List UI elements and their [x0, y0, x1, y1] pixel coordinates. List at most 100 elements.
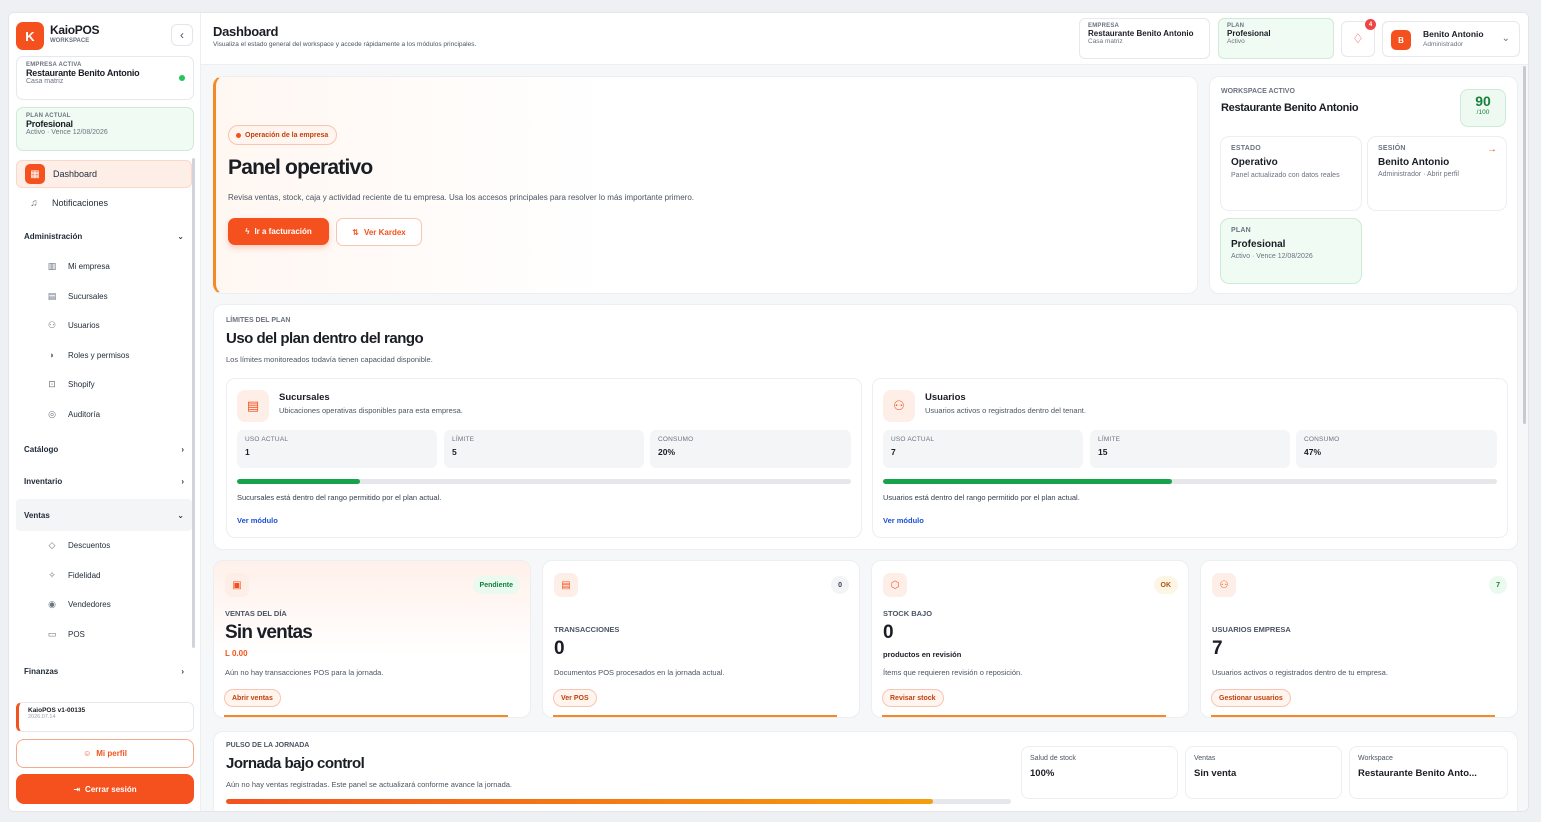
view-module-link[interactable]: Ver módulo — [237, 516, 278, 525]
plan-card[interactable]: PLAN ACTUAL Profesional Activo · Vence 1… — [16, 107, 194, 151]
kpi-value: 0 — [554, 638, 565, 659]
chevron-down-icon: ⌄ — [177, 231, 184, 241]
limit-note: Usuarios está dentro del rango permitido… — [883, 493, 1080, 502]
section-label: Ventas — [24, 510, 50, 520]
sidebar-item-pos[interactable]: ▭ POS — [16, 620, 192, 650]
plan-pill-sub: Activo — [1227, 38, 1245, 45]
sidebar-item-shopify[interactable]: ⊡ Shopify — [16, 370, 192, 400]
consumption-stat: CONSUMO 47% — [1296, 430, 1497, 468]
main-content: Dashboard Visualiza el estado general de… — [201, 13, 1528, 811]
sidebar-item-fidelidad[interactable]: ✧ Fidelidad — [16, 561, 192, 591]
limit-title: Usuarios — [925, 392, 966, 403]
kpi-value: Sin ventas — [225, 622, 313, 643]
hero-panel: Operación de la empresa Panel operativo … — [213, 76, 1198, 294]
users-icon: ⚇ — [1212, 573, 1236, 597]
score-max: /100 — [1476, 109, 1490, 116]
kpi-sales-card: ▣ Pendiente VENTAS DEL DÍA Sin ventas L … — [213, 560, 531, 718]
sidebar-item-auditoria[interactable]: ◎ Auditoría — [16, 400, 192, 430]
go-billing-label: Ir a facturación — [254, 227, 312, 236]
sidebar-section-sales[interactable]: Ventas ⌄ — [16, 499, 192, 531]
lightning-icon: ϟ — [245, 227, 250, 236]
notification-count-badge: 4 — [1365, 19, 1376, 30]
usage-stat: USO ACTUAL 7 — [883, 430, 1083, 468]
company-pill[interactable]: EMPRESA Restaurante Benito Antonio Casa … — [1079, 18, 1210, 59]
version-card: KaioPOS v1-00135 2026.07.14 — [16, 702, 194, 732]
stat-label: LÍMITE — [1098, 436, 1121, 443]
stat-value: 15 — [1098, 447, 1108, 457]
active-company-card[interactable]: EMPRESA ACTIVA Restaurante Benito Antoni… — [16, 56, 194, 100]
store-icon: ▤ — [47, 290, 57, 301]
stat-label: CONSUMO — [658, 436, 694, 443]
view-module-link[interactable]: Ver módulo — [883, 516, 924, 525]
estado-value: Operativo — [1231, 157, 1278, 168]
sidebar-item-mi-empresa[interactable]: ▥ Mi empresa — [16, 252, 192, 282]
view-pos-button[interactable]: Ver POS — [553, 689, 597, 707]
grid-icon: ▦ — [25, 164, 45, 184]
sidebar-section-finance[interactable]: Finanzas › — [16, 655, 192, 687]
stat-value: 1 — [245, 447, 250, 457]
pulse-title: Jornada bajo control — [226, 755, 365, 772]
kpi-value: 0 — [883, 622, 894, 643]
kpi-desc: Documentos POS procesados en la jornada … — [554, 668, 725, 677]
pulse-stat-value: 100% — [1030, 768, 1055, 779]
sesion-value: Benito Antonio — [1378, 157, 1450, 168]
sidebar-item-usuarios[interactable]: ⚇ Usuarios — [16, 311, 192, 341]
stat-value: 47% — [1304, 447, 1322, 457]
open-sales-button[interactable]: Abrir ventas — [224, 689, 281, 707]
sidebar-item-dashboard[interactable]: ▦ Dashboard — [16, 160, 192, 188]
limits-title: Uso del plan dentro del rango — [226, 330, 424, 347]
limit-desc: Usuarios activos o registrados dentro de… — [925, 406, 1086, 415]
sesion-card[interactable]: SESIÓN → Benito Antonio Administrador · … — [1367, 136, 1507, 211]
store-icon: ▤ — [237, 390, 269, 422]
view-kardex-button[interactable]: ⇅ Ver Kardex — [336, 218, 422, 246]
sidebar-item-descuentos[interactable]: ◇ Descuentos — [16, 531, 192, 561]
pulse-progress-bar — [226, 799, 1011, 804]
sidebar-item-roles[interactable]: ◗ Roles y permisos — [16, 341, 192, 371]
sidebar-item-vendedores[interactable]: ◉ Vendedores — [16, 590, 192, 620]
sidebar-item-sucursales[interactable]: ▤ Sucursales — [16, 282, 192, 312]
kpi-accent-line — [224, 715, 508, 717]
workspace-label: WORKSPACE ACTIVO — [1221, 88, 1295, 95]
stat-value: 5 — [452, 447, 457, 457]
logout-icon: ⇥ — [73, 784, 81, 794]
avatar: B — [1391, 30, 1411, 50]
status-dot-icon — [179, 75, 185, 81]
pulse-sub: Aún no hay ventas registradas. Este pane… — [226, 780, 513, 789]
review-stock-button[interactable]: Revisar stock — [882, 689, 944, 707]
chevron-right-icon: › — [181, 666, 184, 676]
brand-name: KaioPOS — [50, 23, 100, 37]
profile-button[interactable]: ☺ Mi perfil — [16, 739, 194, 768]
sparkles-icon: ✧ — [48, 569, 56, 580]
day-pulse-panel: PULSO DE LA JORNADA Jornada bajo control… — [213, 731, 1518, 811]
manage-users-button[interactable]: Gestionar usuarios — [1211, 689, 1291, 707]
kpi-label: STOCK BAJO — [883, 609, 933, 618]
main-scrollbar[interactable] — [1523, 66, 1526, 424]
go-billing-button[interactable]: ϟ Ir a facturación — [228, 218, 329, 245]
sidebar-scrollbar[interactable] — [192, 158, 195, 648]
sidebar-section-admin[interactable]: Administración ⌄ — [16, 220, 192, 252]
sidebar-item-label: Usuarios — [68, 321, 100, 331]
sidebar-section-inventory[interactable]: Inventario › — [16, 465, 192, 497]
users-icon: ⚇ — [883, 390, 915, 422]
kpi-desc: Ítems que requieren revisión o reposició… — [883, 668, 1023, 677]
plan-name: Profesional — [26, 119, 73, 129]
chevron-right-icon: › — [181, 444, 184, 454]
usage-progress-fill — [883, 479, 1172, 484]
kpi-label: TRANSACCIONES — [554, 625, 620, 634]
sidebar-item-label: POS — [68, 629, 85, 639]
user-menu[interactable]: B Benito Antonio Administrador ⌄ — [1382, 21, 1520, 57]
plan-pill[interactable]: PLAN Profesional Activo — [1218, 18, 1334, 59]
version-label: KaioPOS v1-00135 — [28, 707, 86, 714]
usage-progress-fill — [237, 479, 360, 484]
limit-title: Sucursales — [279, 392, 330, 403]
company-name: Restaurante Benito Antonio — [26, 68, 140, 78]
sidebar-section-catalog[interactable]: Catálogo › — [16, 433, 192, 465]
kpi-low-stock-card: ⬡ OK STOCK BAJO 0 productos en revisión … — [871, 560, 1189, 718]
collapse-sidebar-button[interactable]: ‹ — [171, 24, 193, 46]
chevron-right-icon: › — [181, 476, 184, 486]
sidebar-item-label: Sucursales — [68, 291, 108, 301]
kpi-badge: OK — [1153, 576, 1178, 594]
plan-sub: Activo · Vence 12/08/2026 — [26, 129, 108, 136]
logout-button[interactable]: ⇥ Cerrar sesión — [16, 774, 194, 804]
sidebar-item-notifications[interactable]: ♫ Notificaciones — [16, 189, 192, 217]
